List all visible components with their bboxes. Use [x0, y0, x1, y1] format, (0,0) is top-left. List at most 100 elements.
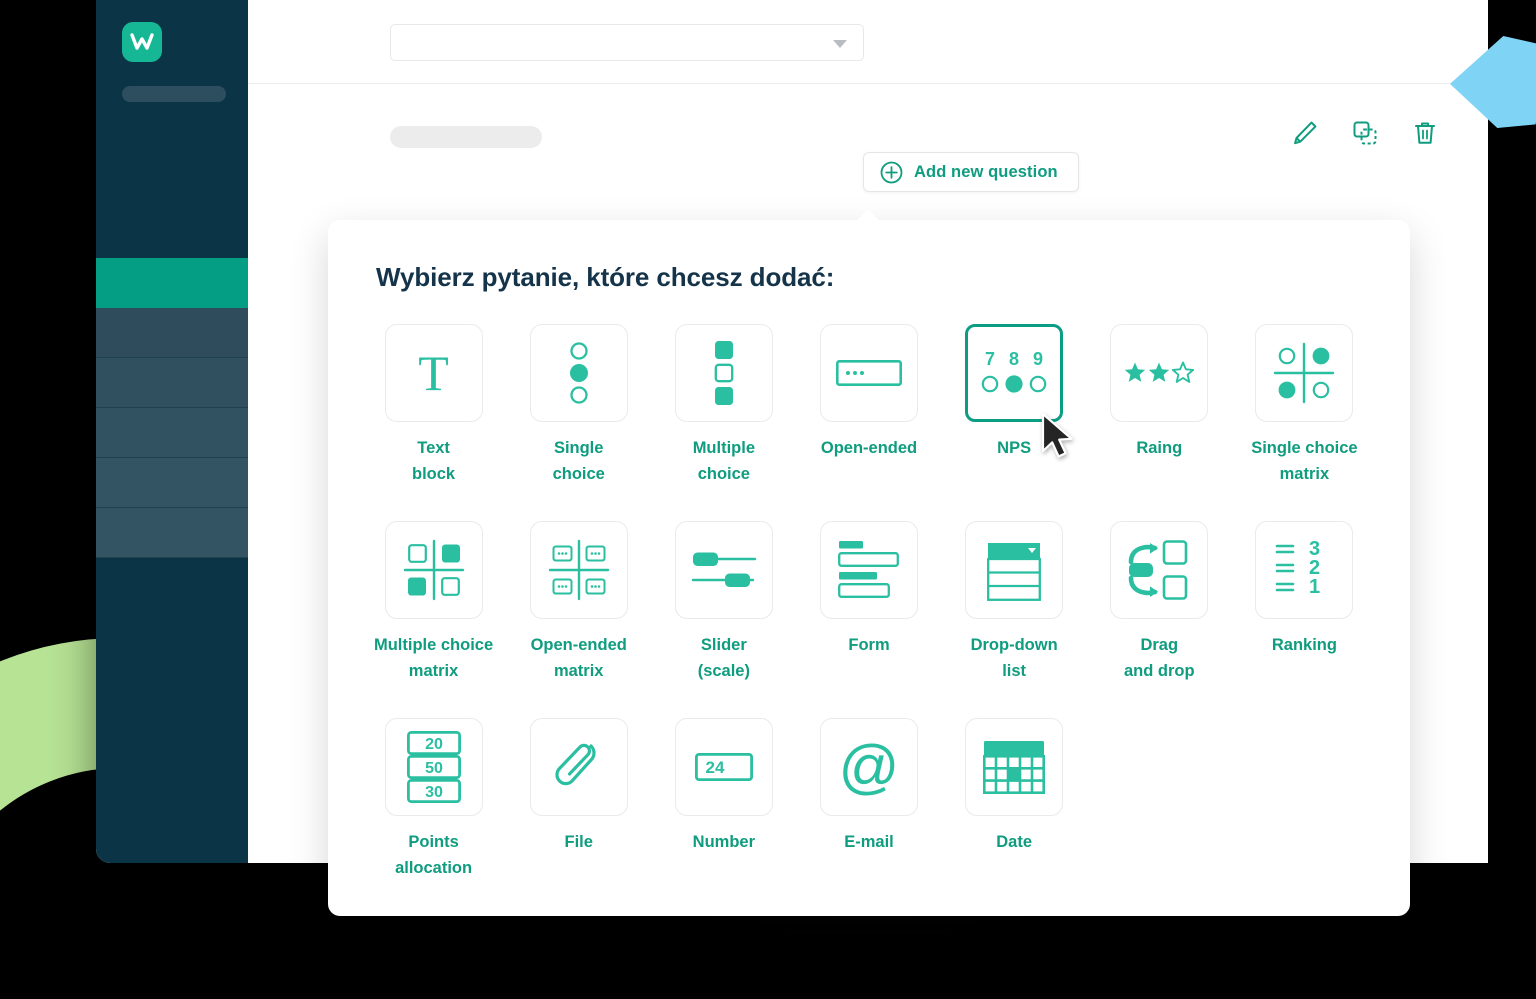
tile-label: Open-ended matrix [530, 636, 627, 680]
w-logo-icon [130, 33, 154, 50]
question-type-grid: T Text block Single choice Multiple choi… [361, 324, 1377, 881]
trash-icon [1415, 122, 1435, 144]
tile-box [674, 521, 773, 620]
multiple-choice-matrix-icon [403, 539, 464, 601]
duplicate-button[interactable] [1350, 118, 1380, 148]
svg-text:7: 7 [985, 349, 995, 369]
tile-label: Single choice matrix [1251, 439, 1358, 483]
tile-box [384, 521, 483, 620]
form-icon [838, 541, 899, 599]
svg-text:50: 50 [425, 760, 443, 777]
sidebar-item-5[interactable] [96, 458, 248, 508]
tile-label: Form [848, 636, 890, 655]
question-type-ranking[interactable]: 3 2 1 Ranking [1232, 521, 1377, 684]
sidebar-item-4[interactable] [96, 408, 248, 458]
tile-box: 20 50 30 [384, 718, 483, 817]
drag-and-drop-icon [1128, 540, 1188, 600]
open-ended-icon [835, 360, 902, 386]
question-type-single-choice-matrix[interactable]: Single choice matrix [1232, 324, 1377, 487]
question-type-open-ended-matrix[interactable]: Open-ended matrix [506, 521, 651, 684]
slider-scale-icon [691, 552, 757, 588]
survey-select[interactable] [390, 24, 864, 61]
tile-box: 7 8 9 [965, 324, 1064, 422]
ranking-icon: 3 2 1 [1276, 541, 1321, 598]
tile-box [529, 718, 628, 817]
add-new-question-label: Add new question [914, 162, 1058, 181]
pencil-icon [1294, 121, 1317, 145]
question-type-text-block[interactable]: T Text block [361, 324, 506, 487]
svg-text:20: 20 [425, 736, 443, 753]
question-type-number[interactable]: 24 Number [651, 718, 796, 881]
at-sign-icon: @ [838, 733, 900, 801]
tile-label: File [564, 833, 593, 852]
sidebar-item-2[interactable] [96, 308, 248, 358]
svg-text:24: 24 [705, 758, 724, 777]
tile-box [529, 324, 628, 422]
dropdown-list-icon [987, 543, 1042, 602]
number-icon: 24 [694, 753, 753, 782]
svg-text:9: 9 [1033, 349, 1043, 369]
question-type-email[interactable]: @ E-mail [796, 718, 941, 881]
question-type-drag-and-drop[interactable]: Drag and drop [1087, 521, 1232, 684]
tile-box [965, 521, 1064, 620]
question-type-date[interactable]: Date [942, 718, 1087, 881]
delete-button[interactable] [1410, 118, 1440, 148]
topbar [248, 0, 1488, 84]
tile-box: 24 [674, 718, 773, 817]
tile-label: Drag and drop [1123, 636, 1195, 680]
sidebar-item-active[interactable] [96, 258, 248, 308]
question-type-multiple-choice-matrix[interactable]: Multiple choice matrix [361, 521, 506, 684]
tile-label: Points allocation [395, 833, 473, 877]
tile-box [1110, 521, 1209, 620]
paperclip-icon [555, 744, 596, 786]
tile-label: Open-ended [820, 439, 918, 457]
mouse-pointer-icon [1041, 412, 1073, 458]
tile-label: Drop-down list [970, 636, 1058, 680]
question-type-rating[interactable]: Raing [1087, 324, 1232, 487]
question-type-dropdown-list[interactable]: Drop-down list [942, 521, 1087, 684]
sidebar-item-3[interactable] [96, 358, 248, 408]
single-choice-matrix-icon [1274, 342, 1335, 404]
question-type-single-choice[interactable]: Single choice [506, 324, 651, 487]
question-title-placeholder [390, 126, 542, 148]
chevron-down-icon [833, 40, 847, 48]
question-toolbar [1290, 118, 1440, 148]
app-logo[interactable] [122, 22, 162, 62]
add-new-question-button[interactable]: Add new question [863, 152, 1079, 192]
tile-box: 3 2 1 [1255, 521, 1354, 620]
calendar-icon [983, 741, 1046, 795]
question-type-file[interactable]: File [506, 718, 651, 881]
tile-label: Raing [1136, 439, 1183, 457]
tile-box [529, 521, 628, 620]
question-type-form[interactable]: Form [796, 521, 941, 684]
multiple-choice-icon [714, 341, 734, 405]
tile-label: Multiple choice [692, 439, 756, 483]
tile-label: Slider (scale) [697, 636, 750, 680]
tile-label: NPS [997, 439, 1032, 457]
tile-label: Date [996, 833, 1033, 852]
svg-text:30: 30 [425, 784, 443, 801]
duplicate-icon [1353, 121, 1377, 145]
svg-text:8: 8 [1009, 349, 1019, 369]
edit-button[interactable] [1290, 118, 1320, 148]
question-type-points-allocation[interactable]: 20 50 30 Points allocation [361, 718, 506, 881]
sidebar [96, 0, 248, 863]
question-type-slider-scale[interactable]: Slider (scale) [651, 521, 796, 684]
sidebar-title-placeholder [122, 86, 226, 102]
question-type-open-ended[interactable]: Open-ended [796, 324, 941, 487]
tile-label: Multiple choice matrix [373, 636, 494, 680]
single-choice-icon [569, 342, 588, 404]
picker-heading: Wybierz pytanie, które chcesz dodać: [376, 262, 835, 292]
tile-box [674, 324, 773, 422]
sidebar-item-6[interactable] [96, 508, 248, 558]
question-type-multiple-choice[interactable]: Multiple choice [651, 324, 796, 487]
nps-icon: 7 8 9 [981, 349, 1047, 393]
points-allocation-icon: 20 50 30 [406, 731, 461, 804]
tile-label: Ranking [1271, 636, 1337, 655]
tile-box: T [384, 324, 483, 422]
text-block-icon: T [418, 345, 449, 401]
plus-circle-icon [880, 161, 903, 183]
tile-label: E-mail [844, 833, 894, 852]
rating-stars-icon [1125, 361, 1195, 383]
tile-box [819, 521, 918, 620]
